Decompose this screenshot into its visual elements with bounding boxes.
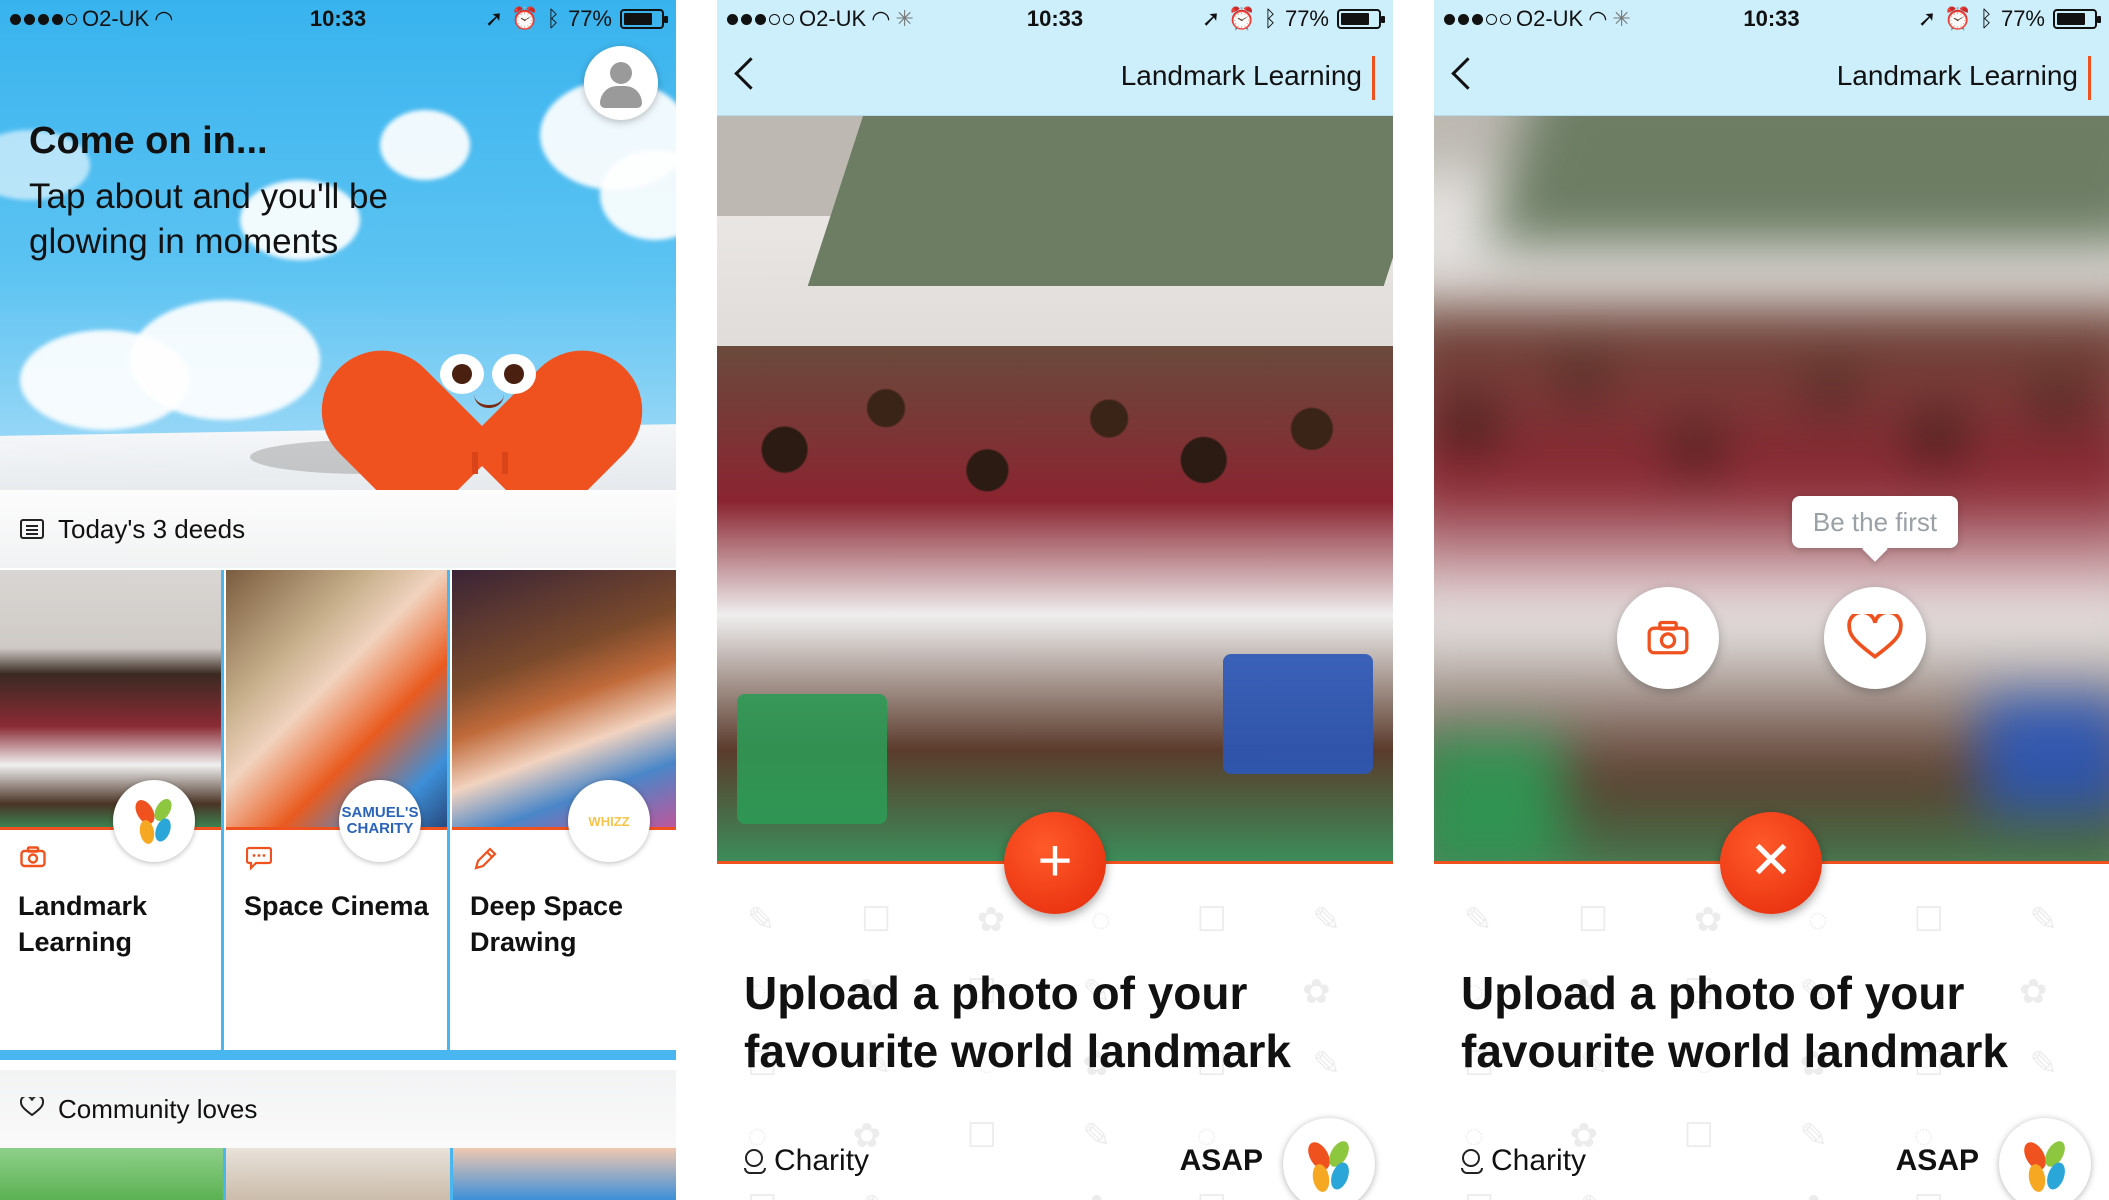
- community-item[interactable]: [452, 1148, 676, 1200]
- heart-outline-icon: [19, 1094, 45, 1122]
- deed-photo-blurred: [1434, 116, 2109, 864]
- org-logo-badge: SAMUEL'S CHARITY: [339, 780, 421, 862]
- battery-label: 77%: [567, 6, 612, 31]
- battery-label: 77%: [2000, 6, 2045, 31]
- category-label: Charity: [774, 1144, 870, 1177]
- pencil-icon: [472, 846, 498, 879]
- location-icon: ➚: [1917, 6, 1937, 31]
- camera-button[interactable]: [1617, 587, 1719, 689]
- deed-action-screen: Landmark Learning O2-UK ◠ ✳ 10:33 ➚ ⏰ ᛒ 77% B…: [1434, 0, 2109, 1200]
- user-icon: [610, 62, 632, 84]
- org-logo-badge[interactable]: [1283, 1118, 1375, 1200]
- status-bar: O2-UK ◠ 10:33 ➚ ⏰ ᛒ 77%: [0, 0, 676, 38]
- deed-photo: [226, 570, 447, 830]
- battery-icon: [1337, 9, 1385, 29]
- bluetooth-icon: ᛒ: [1263, 6, 1277, 31]
- close-icon: ✕: [1749, 832, 1793, 890]
- heart-icon: [1847, 614, 1903, 660]
- back-button[interactable]: [731, 54, 761, 94]
- home-screen: Come on in... Tap about and you'll be gl…: [0, 0, 676, 1200]
- deed-card-space-cinema[interactable]: SAMUEL'S CHARITY Space Cinema: [226, 570, 450, 1050]
- battery-label: 77%: [1284, 6, 1329, 31]
- deeds-header-label: Today's 3 deeds: [58, 513, 246, 544]
- community-item[interactable]: [0, 1148, 227, 1200]
- due-label: ASAP: [1179, 1144, 1263, 1177]
- location-pin-icon: [1461, 1149, 1483, 1174]
- alarm-icon: ⏰: [1228, 6, 1256, 31]
- hero-banner: Come on in... Tap about and you'll be gl…: [0, 0, 676, 490]
- org-logo-badge[interactable]: [1999, 1118, 2091, 1200]
- task-title: Upload a photo of your favourite world l…: [1461, 967, 2009, 1077]
- alarm-icon: ⏰: [511, 6, 539, 31]
- deed-content: ✎ ☐ ✿ ◌ ☐ ✎ ◌ ✿ ☐ ✎ ◌ ✿ ☐ ✎ ◌ ✿ ☐ ✎ ◌ ✿ …: [717, 864, 1393, 1200]
- hero-title: Come on in...: [29, 120, 268, 162]
- back-button[interactable]: [1448, 54, 1478, 94]
- deeds-list: Landmark Learning SAMUEL'S CHARITY Space…: [0, 570, 676, 1050]
- org-logo-badge: WHIZZ: [568, 780, 650, 862]
- deed-photo: [717, 116, 1393, 864]
- battery-icon: [620, 9, 668, 29]
- nav-title: Landmark Learning: [1121, 56, 1375, 100]
- deed-card-landmark[interactable]: Landmark Learning: [0, 570, 224, 1050]
- profile-button[interactable]: [584, 46, 658, 120]
- deed-label: Space Cinema: [244, 891, 429, 921]
- org-logo-badge: [113, 780, 195, 862]
- hero-subtitle: Tap about and you'll be glowing in momen…: [29, 177, 388, 261]
- community-list: [0, 1148, 676, 1200]
- deed-label: Deep Space Drawing: [470, 891, 624, 957]
- nav-title: Landmark Learning: [1837, 56, 2091, 100]
- battery-icon: [2053, 9, 2101, 29]
- bluetooth-icon: ᛒ: [546, 6, 560, 31]
- tooltip: Be the first: [1792, 496, 1958, 548]
- location-pin-icon: [744, 1149, 766, 1174]
- love-button[interactable]: [1824, 587, 1926, 689]
- heart-mascot: [296, 276, 668, 490]
- camera-icon: [1647, 620, 1689, 655]
- location-icon: ➚: [484, 6, 504, 31]
- location-icon: ➚: [1201, 6, 1221, 31]
- community-item[interactable]: [226, 1148, 453, 1200]
- bluetooth-icon: ᛒ: [1979, 6, 1993, 31]
- plus-icon: +: [1037, 827, 1073, 894]
- deed-photo: [0, 570, 221, 830]
- add-button[interactable]: +: [1004, 812, 1106, 914]
- chat-icon: [245, 846, 273, 877]
- deeds-header: Today's 3 deeds: [0, 490, 676, 568]
- community-header-label: Community loves: [58, 1093, 258, 1124]
- status-bar: O2-UK ◠ ✳ 10:33 ➚ ⏰ ᛒ 77%: [717, 0, 1393, 38]
- camera-icon: [20, 846, 46, 875]
- deed-card-deep-space[interactable]: WHIZZ Deep Space Drawing: [452, 570, 676, 1050]
- category-label: Charity: [1491, 1144, 1587, 1177]
- category: Charity: [744, 1144, 869, 1178]
- due-label: ASAP: [1895, 1144, 1979, 1177]
- alarm-icon: ⏰: [1944, 6, 1972, 31]
- category: Charity: [1461, 1144, 1586, 1178]
- status-bar: O2-UK ◠ ✳ 10:33 ➚ ⏰ ᛒ 77%: [1434, 0, 2109, 38]
- deed-photo: [452, 570, 676, 830]
- deed-detail-screen: Landmark Learning O2-UK ◠ ✳ 10:33 ➚ ⏰ ᛒ 77% ✎…: [717, 0, 1393, 1200]
- close-button[interactable]: ✕: [1720, 812, 1822, 914]
- task-title: Upload a photo of your favourite world l…: [744, 967, 1292, 1077]
- community-header: Community loves: [0, 1070, 676, 1148]
- deed-content: ✎ ☐ ✿ ◌ ☐ ✎ ◌ ✿ ☐ ✎ ◌ ✿ ☐ ✎ ◌ ✿ ☐ ✎ ◌ ✿ …: [1434, 864, 2109, 1200]
- news-icon: [20, 519, 44, 539]
- deed-label: Landmark Learning: [18, 891, 148, 957]
